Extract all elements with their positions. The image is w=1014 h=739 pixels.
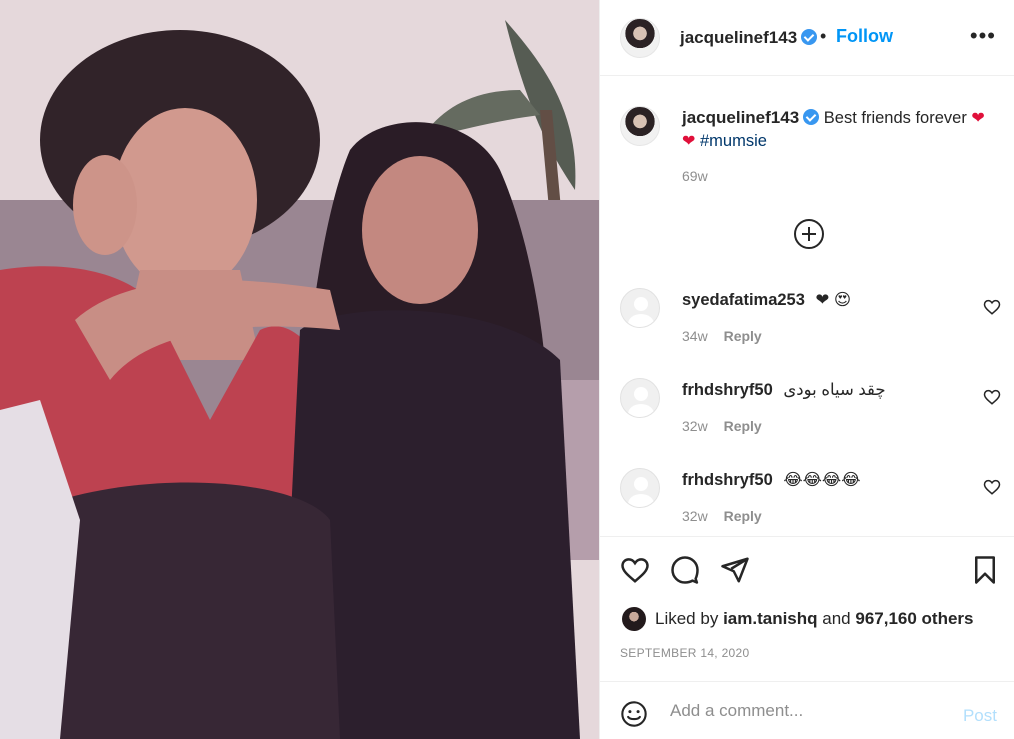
heart-icon[interactable] [983, 298, 1001, 316]
comment-time: 32w [682, 508, 708, 524]
comment-item: syedafatima253 ❤ 😍 34w Reply [620, 288, 1005, 358]
likes-summary: Liked by iam.tanishq and 967,160 others [622, 607, 974, 631]
comment-line: frhdshryf50 😂😂😂😂 [682, 468, 861, 492]
commenter-username[interactable]: frhdshryf50 [682, 471, 773, 489]
emoji-icon[interactable] [620, 700, 648, 728]
post-button[interactable]: Post [963, 706, 997, 726]
author-avatar[interactable] [620, 18, 660, 58]
comment-text: ❤ 😍 [815, 291, 852, 309]
add-comment-bar: Post [600, 681, 1014, 739]
comment-line: frhdshryf50 چقد سیاه بودی [682, 378, 886, 402]
caption-timestamp: 69w [682, 168, 708, 184]
comment-time: 32w [682, 418, 708, 434]
comment-meta: 32w Reply [682, 508, 762, 524]
post-panel: jacquelinef143 • Follow ••• jacquelinef1… [599, 0, 1014, 739]
bookmark-icon[interactable] [970, 555, 1000, 585]
liker-avatar[interactable] [622, 607, 646, 631]
post-photo[interactable] [0, 0, 599, 739]
follow-button[interactable]: Follow [836, 26, 893, 47]
heart-icon[interactable] [983, 478, 1001, 496]
post-caption: jacquelinef143 Best friends forever ❤ ❤ … [620, 106, 1005, 184]
verified-icon [801, 29, 818, 45]
likes-prefix: Liked by [655, 609, 719, 628]
post-date: SEPTEMBER 14, 2020 [620, 646, 750, 660]
caption-username[interactable]: jacquelinef143 [682, 108, 799, 127]
liker-username[interactable]: iam.tanishq [723, 609, 817, 629]
hashtag-link[interactable]: #mumsie [700, 132, 767, 150]
comment-input[interactable] [670, 696, 940, 726]
heart-icon[interactable] [983, 388, 1001, 406]
commenter-avatar[interactable] [620, 288, 660, 328]
action-bar: Liked by iam.tanishq and 967,160 others … [600, 536, 1014, 681]
comment-text: چقد سیاه بودی [783, 381, 886, 399]
comment-item: frhdshryf50 چقد سیاه بودی 32w Reply [620, 378, 1005, 448]
comment-meta: 34w Reply [682, 328, 762, 344]
caption-avatar[interactable] [620, 106, 660, 146]
heart-icon[interactable] [620, 555, 650, 585]
likes-middle: and [822, 609, 851, 628]
separator-dot: • [820, 26, 827, 46]
commenter-avatar[interactable] [620, 468, 660, 508]
caption-text: jacquelinef143 Best friends forever ❤ ❤ … [682, 106, 1005, 153]
comment-text: 😂😂😂😂 [783, 471, 861, 489]
comment-line: syedafatima253 ❤ 😍 [682, 288, 851, 312]
comment-item: frhdshryf50 😂😂😂😂 32w Reply [620, 468, 1005, 538]
more-icon[interactable]: ••• [970, 25, 996, 47]
reply-button[interactable]: Reply [724, 508, 762, 524]
commenter-avatar[interactable] [620, 378, 660, 418]
commenter-username[interactable]: syedafatima253 [682, 291, 805, 309]
comment-meta: 32w Reply [682, 418, 762, 434]
comment-time: 34w [682, 328, 708, 344]
heart-emoji: ❤ [682, 133, 696, 150]
commenter-username[interactable]: frhdshryf50 [682, 381, 773, 399]
post-header: jacquelinef143 • Follow ••• [600, 0, 1014, 76]
comment-icon[interactable] [670, 555, 700, 585]
caption-body: Best friends forever [823, 109, 967, 127]
author-username[interactable]: jacquelinef143 [680, 28, 818, 48]
reply-button[interactable]: Reply [724, 418, 762, 434]
add-circle-icon[interactable] [794, 219, 824, 249]
post-photo-illustration [0, 0, 599, 739]
share-icon[interactable] [720, 555, 750, 585]
verified-icon [803, 109, 820, 125]
reply-button[interactable]: Reply [724, 328, 762, 344]
likes-count[interactable]: 967,160 others [855, 609, 973, 629]
author-username-text[interactable]: jacquelinef143 [680, 28, 797, 47]
heart-emoji: ❤ [971, 110, 985, 127]
